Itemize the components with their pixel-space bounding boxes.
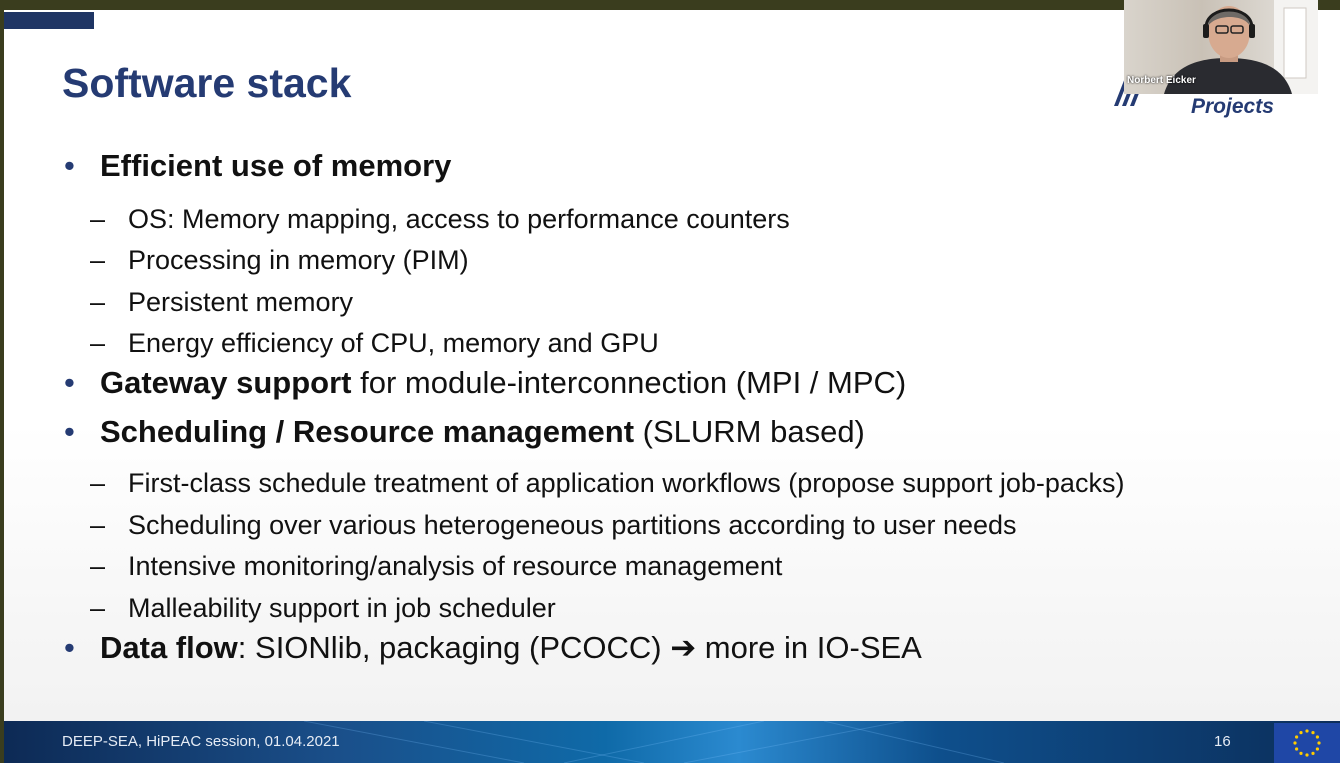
bullet-item: • Gateway support for module-interconnect… — [64, 365, 907, 400]
dash-marker: – — [90, 245, 106, 275]
footer-event-label: DEEP-SEA, HiPEAC session, 01.04.2021 — [62, 733, 340, 750]
dash-marker: – — [90, 468, 106, 498]
bullet-marker: • — [64, 148, 75, 183]
slide: Software stack Projects • Efficient use o… — [4, 10, 1340, 763]
slide-footer: DEEP-SEA, HiPEAC session, 01.04.2021 16 — [4, 721, 1340, 763]
dash-marker: – — [90, 593, 106, 623]
bullet-item: • Efficient use of memory — [64, 148, 452, 183]
sub-bullet-item: – Malleability support in job scheduler — [90, 593, 556, 623]
dash-marker: – — [90, 287, 106, 317]
sub-bullet-item: – First-class schedule treatment of appli… — [90, 468, 1125, 498]
dash-marker: – — [90, 510, 106, 540]
webcam-overlay[interactable]: Norbert Eicker — [1124, 0, 1318, 94]
eu-flag-icon — [1274, 723, 1340, 763]
bullet-marker: • — [64, 414, 75, 449]
dash-marker: – — [90, 204, 106, 234]
sub-bullet-item: – Intensive monitoring/analysis of resour… — [90, 551, 783, 581]
bullet-marker: • — [64, 630, 75, 665]
bullet-marker: • — [64, 365, 75, 400]
sub-bullet-item: – Processing in memory (PIM) — [90, 245, 469, 275]
sub-bullet-item: – Energy efficiency of CPU, memory and GP… — [90, 328, 659, 358]
participant-name-label: Norbert Eicker — [1127, 75, 1196, 86]
bullet-item: • Data flow: SIONlib, packaging (PCOCC) ➔… — [64, 630, 922, 665]
sub-bullet-item: – Scheduling over various heterogeneous p… — [90, 510, 1017, 540]
bullet-list: • Efficient use of memory – OS: Memory map… — [4, 10, 1340, 763]
dash-marker: – — [90, 328, 106, 358]
dash-marker: – — [90, 551, 106, 581]
bullet-item: • Scheduling / Resource management (SLURM… — [64, 414, 865, 449]
sub-bullet-item: – OS: Memory mapping, access to performan… — [90, 204, 790, 234]
sub-bullet-item: – Persistent memory — [90, 287, 354, 317]
page-number: 16 — [1214, 733, 1231, 750]
